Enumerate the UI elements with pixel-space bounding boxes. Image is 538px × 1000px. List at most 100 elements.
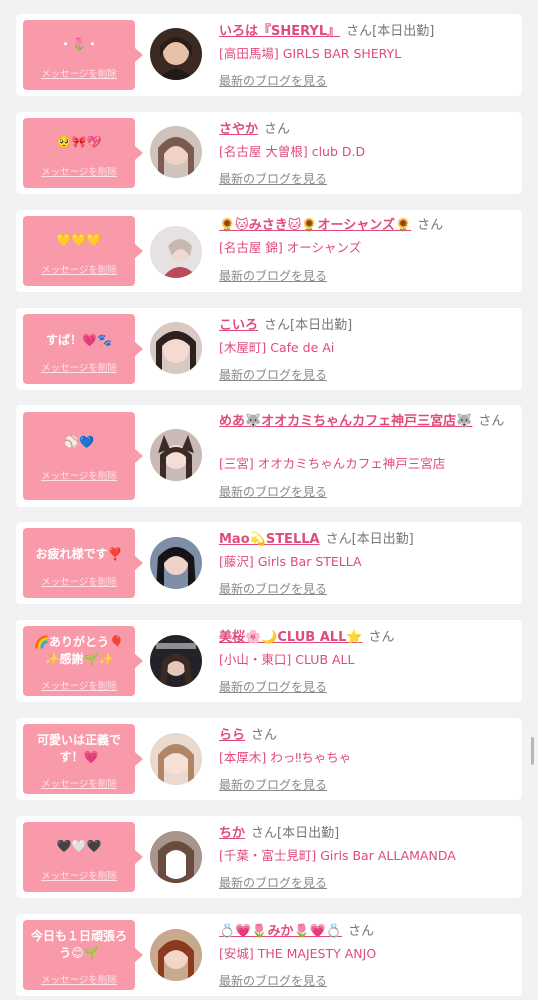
name-line: 美桜🌸🌙CLUB ALL⭐ さん xyxy=(219,628,512,647)
latest-blog-link[interactable]: 最新のブログを見る xyxy=(219,776,327,793)
honorific: さん xyxy=(264,122,291,137)
delete-message-link[interactable]: メッセージを削除 xyxy=(23,574,135,588)
honorific: さん xyxy=(325,532,352,547)
girl-name-link[interactable]: ちか xyxy=(219,826,245,841)
avatar[interactable] xyxy=(150,429,202,481)
name-line: ちか さん[本日出勤] xyxy=(219,824,512,843)
girl-name-link[interactable]: 🌻🐱みさき🐱🌻オーシャンズ🌻 xyxy=(219,218,411,233)
honorific: さん xyxy=(264,318,291,333)
latest-blog-link[interactable]: 最新のブログを見る xyxy=(219,483,327,500)
honorific: さん xyxy=(368,630,395,645)
shop-info[interactable]: [名古屋 大曽根] club D.D xyxy=(219,143,512,160)
name-line: らら さん xyxy=(219,726,512,745)
avatar[interactable] xyxy=(150,28,202,80)
delete-message-link[interactable]: メッセージを削除 xyxy=(23,262,135,276)
girl-name-link[interactable]: めあ🐺オオカミちゃんカフェ神戸三宮店🐺 xyxy=(219,414,472,429)
message-text: 可愛いは正義で す！💗 xyxy=(36,733,121,764)
attendance-status: [本日出勤] xyxy=(372,24,435,39)
avatar[interactable] xyxy=(150,126,202,178)
message-bubble: すぱ！💗🐾 メッセージを削除 xyxy=(23,314,143,384)
delete-message-link[interactable]: メッセージを削除 xyxy=(23,360,135,374)
honorific: さん xyxy=(417,218,444,233)
message-card: お疲れ様です❣️ メッセージを削除 Mao💫STELLA さん[本日出勤] [藤沢… xyxy=(16,522,522,604)
name-line: 💍💗🌷みか🌷💗💍 さん xyxy=(219,922,512,941)
avatar[interactable] xyxy=(150,831,202,883)
avatar[interactable] xyxy=(150,635,202,687)
shop-info[interactable]: [高田馬場] GIRLS BAR SHERYL xyxy=(219,45,512,62)
message-text: 🌈ありがとう🎈 ✨感謝🌱✨ xyxy=(34,635,124,666)
shop-info[interactable]: [藤沢] Girls Bar STELLA xyxy=(219,553,512,570)
delete-message-link[interactable]: メッセージを削除 xyxy=(23,66,135,80)
avatar[interactable] xyxy=(150,929,202,981)
name-line: Mao💫STELLA さん[本日出勤] xyxy=(219,530,512,549)
message-text: 🥺🎀💖 xyxy=(56,135,102,149)
avatar[interactable] xyxy=(150,537,202,589)
latest-blog-link[interactable]: 最新のブログを見る xyxy=(219,267,327,284)
attendance-status: [本日出勤] xyxy=(290,318,353,333)
attendance-status: [本日出勤] xyxy=(351,532,414,547)
honorific: さん xyxy=(346,24,373,39)
girl-name-link[interactable]: こいろ xyxy=(219,318,258,333)
shop-info[interactable]: [千葉・富士見町] Girls Bar ALLAMANDA xyxy=(219,847,512,864)
latest-blog-link[interactable]: 最新のブログを見る xyxy=(219,874,327,891)
name-line: さやか さん xyxy=(219,120,512,139)
honorific: さん xyxy=(251,728,278,743)
message-card: 🥺🎀💖 メッセージを削除 さやか さん [名古屋 大曽根] club D.D 最新… xyxy=(16,112,522,194)
name-line: めあ🐺オオカミちゃんカフェ神戸三宮店🐺 さん xyxy=(219,412,512,431)
shop-info[interactable]: [三宮] オオカミちゃんカフェ神戸三宮店 xyxy=(219,455,512,472)
delete-message-link[interactable]: メッセージを削除 xyxy=(23,868,135,882)
message-card: 🌈ありがとう🎈 ✨感謝🌱✨ メッセージを削除 美桜🌸🌙CLUB ALL⭐ さん [… xyxy=(16,620,522,702)
shop-info[interactable]: [木屋町] Cafe de Ai xyxy=(219,339,512,356)
scrollbar[interactable] xyxy=(531,737,534,765)
latest-blog-link[interactable]: 最新のブログを見る xyxy=(219,366,327,383)
girl-name-link[interactable]: Mao💫STELLA xyxy=(219,532,320,547)
avatar[interactable] xyxy=(150,733,202,785)
message-card: すぱ！💗🐾 メッセージを削除 こいろ さん[本日出勤] [木屋町] Cafe de… xyxy=(16,308,522,390)
girl-name-link[interactable]: らら xyxy=(219,728,245,743)
latest-blog-link[interactable]: 最新のブログを見る xyxy=(219,580,327,597)
message-bubble: 💛💛💛 メッセージを削除 xyxy=(23,216,143,286)
girl-name-link[interactable]: さやか xyxy=(219,122,258,137)
girl-name-link[interactable]: いろは『SHERYL』 xyxy=(219,24,340,39)
message-bubble: 🌈ありがとう🎈 ✨感謝🌱✨ メッセージを削除 xyxy=(23,626,143,696)
message-bubble: 🥺🎀💖 メッセージを削除 xyxy=(23,118,143,188)
message-card: 今日も１日頑張ろ う😊🌱 メッセージを削除 💍💗🌷みか🌷💗💍 さん [安城] TH… xyxy=(16,914,522,996)
message-bubble: ・🌷・ メッセージを削除 xyxy=(23,20,143,90)
shop-info[interactable]: [本厚木] わっ‼ちゃちゃ xyxy=(219,749,512,766)
message-text: ⚾💙 xyxy=(64,435,94,449)
message-bubble: 今日も１日頑張ろ う😊🌱 メッセージを削除 xyxy=(23,920,143,990)
girl-name-link[interactable]: 💍💗🌷みか🌷💗💍 xyxy=(219,924,342,939)
message-text: 🖤🤍🖤 xyxy=(56,839,102,853)
attendance-status: [本日出勤] xyxy=(277,826,340,841)
shop-info[interactable]: [小山・東口] CLUB ALL xyxy=(219,651,512,668)
avatar[interactable] xyxy=(150,226,202,278)
latest-blog-link[interactable]: 最新のブログを見る xyxy=(219,170,327,187)
latest-blog-link[interactable]: 最新のブログを見る xyxy=(219,678,327,695)
message-text: 今日も１日頑張ろ う😊🌱 xyxy=(30,929,127,960)
name-line: いろは『SHERYL』 さん[本日出勤] xyxy=(219,22,512,41)
avatar[interactable] xyxy=(150,322,202,374)
message-bubble: お疲れ様です❣️ メッセージを削除 xyxy=(23,528,143,598)
shop-info[interactable]: [安城] THE MAJESTY ANJO xyxy=(219,945,512,962)
message-card: 可愛いは正義で す！💗 メッセージを削除 らら さん [本厚木] わっ‼ちゃちゃ … xyxy=(16,718,522,800)
latest-blog-link[interactable]: 最新のブログを見る xyxy=(219,972,327,989)
delete-message-link[interactable]: メッセージを削除 xyxy=(23,468,135,482)
delete-message-link[interactable]: メッセージを削除 xyxy=(23,678,135,692)
honorific: さん xyxy=(251,826,278,841)
message-card: 🖤🤍🖤 メッセージを削除 ちか さん[本日出勤] [千葉・富士見町] Girls … xyxy=(16,816,522,898)
name-line: こいろ さん[本日出勤] xyxy=(219,316,512,335)
shop-info[interactable]: [名古屋 錦] オーシャンズ xyxy=(219,239,512,256)
message-text: すぱ！💗🐾 xyxy=(46,333,112,347)
message-card: ・🌷・ メッセージを削除 いろは『SHERYL』 さん[本日出勤] [高田馬場] … xyxy=(16,14,522,96)
message-bubble: 可愛いは正義で す！💗 メッセージを削除 xyxy=(23,724,143,794)
delete-message-link[interactable]: メッセージを削除 xyxy=(23,164,135,178)
message-bubble: 🖤🤍🖤 メッセージを削除 xyxy=(23,822,143,892)
delete-message-link[interactable]: メッセージを削除 xyxy=(23,972,135,986)
honorific: さん xyxy=(348,924,375,939)
girl-name-link[interactable]: 美桜🌸🌙CLUB ALL⭐ xyxy=(219,630,363,645)
delete-message-link[interactable]: メッセージを削除 xyxy=(23,776,135,790)
honorific: さん xyxy=(478,414,505,429)
latest-blog-link[interactable]: 最新のブログを見る xyxy=(219,72,327,89)
message-card: 💛💛💛 メッセージを削除 🌻🐱みさき🐱🌻オーシャンズ🌻 さん [名古屋 錦] オー… xyxy=(16,210,522,292)
message-bubble: ⚾💙 メッセージを削除 xyxy=(23,412,143,500)
